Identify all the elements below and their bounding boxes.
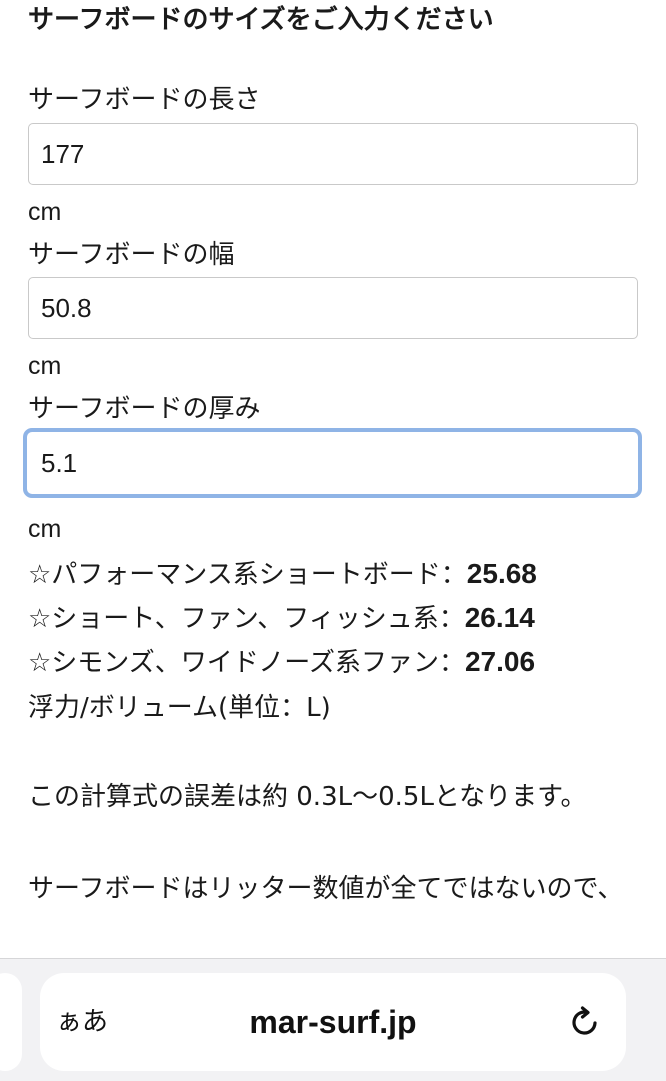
- width-unit: cm: [28, 352, 62, 380]
- error-note: この計算式の誤差は約 0.3L〜0.5Lとなります。: [28, 782, 587, 812]
- result-value: 27.06: [464, 646, 536, 677]
- address-bar[interactable]: ぁあ mar-surf.jp: [40, 973, 626, 1071]
- result-simmons-widenose: ☆シモンズ、ワイドノーズ系ファン：27.06: [28, 644, 535, 681]
- width-input[interactable]: [28, 277, 638, 339]
- result-performance-short: ☆パフォーマンス系ショートボード：25.68: [28, 556, 537, 593]
- thickness-input[interactable]: [23, 428, 642, 498]
- reload-icon[interactable]: [568, 1005, 602, 1039]
- result-value: 26.14: [464, 602, 535, 633]
- previous-tab-preview[interactable]: [0, 973, 22, 1071]
- result-value: 25.68: [466, 558, 537, 589]
- length-unit: cm: [28, 198, 62, 226]
- thickness-label: サーフボードの厚み: [28, 394, 261, 424]
- result-label: ☆パフォーマンス系ショートボード：: [28, 560, 467, 590]
- liter-note: サーフボードはリッター数値が全てではないので、: [28, 874, 624, 904]
- browser-bottom-bar: ぁあ mar-surf.jp: [0, 958, 666, 1081]
- length-input[interactable]: [28, 123, 638, 185]
- result-short-fun-fish: ☆ショート、ファン、フィッシュ系：26.14: [28, 600, 535, 637]
- url-text[interactable]: mar-surf.jp: [40, 1003, 626, 1041]
- width-label: サーフボードの幅: [28, 240, 235, 270]
- result-label: ☆シモンズ、ワイドノーズ系ファン：: [28, 648, 465, 678]
- length-label: サーフボードの長さ: [28, 85, 261, 115]
- volume-unit-label: 浮力/ボリューム(単位：L): [28, 693, 331, 723]
- thickness-unit: cm: [28, 515, 62, 543]
- result-label: ☆ショート、ファン、フィッシュ系：: [28, 604, 465, 634]
- form-title: サーフボードのサイズをご入力ください: [28, 5, 494, 35]
